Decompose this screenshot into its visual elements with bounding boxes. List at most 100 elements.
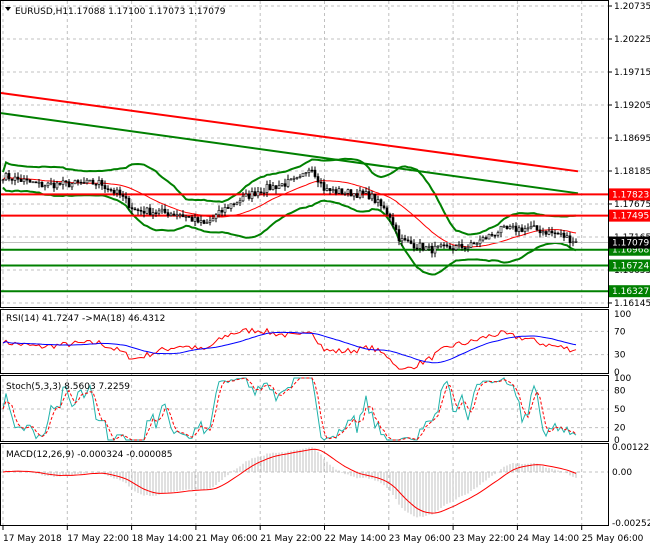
candle-body <box>91 179 95 185</box>
candle-body <box>496 232 500 236</box>
candle-body <box>568 235 572 244</box>
candle-body <box>208 220 212 223</box>
candle-body <box>415 247 419 250</box>
candle-body <box>292 177 296 180</box>
candle-body <box>235 202 239 205</box>
candle-body <box>136 209 140 211</box>
candle-body <box>376 199 380 203</box>
candle-body <box>1 179 5 182</box>
candle-body <box>430 245 434 254</box>
candle-body <box>469 242 473 248</box>
candle-body <box>466 246 470 250</box>
rsi-axis-label: 70 <box>614 327 626 337</box>
candle-body <box>31 181 35 184</box>
candle-body <box>499 226 503 234</box>
candle-body <box>349 189 353 197</box>
candle-body <box>571 241 575 244</box>
rsi-title: RSI(14) 41.7247 ->MA(18) 46.4312 <box>6 314 165 324</box>
candle-body <box>58 182 62 185</box>
candle-body <box>442 244 446 247</box>
candle-body <box>388 213 392 218</box>
candle-body <box>283 183 287 187</box>
candle-body <box>199 220 203 223</box>
candle-body <box>79 181 83 184</box>
candle-body <box>214 214 218 219</box>
candle-body <box>394 224 398 230</box>
candle-body <box>526 227 530 230</box>
candle-body <box>127 197 131 208</box>
candle-body <box>355 193 359 198</box>
candle-body <box>175 214 179 217</box>
candle-body <box>439 244 443 247</box>
candle-body <box>25 178 29 181</box>
candle-body <box>67 181 71 188</box>
candle-body <box>148 207 152 216</box>
candle-body <box>139 210 143 212</box>
candle-body <box>559 232 563 235</box>
candle-body <box>232 203 236 206</box>
candle-body <box>226 207 230 209</box>
candle-body <box>40 181 44 188</box>
candle-body <box>55 182 59 189</box>
time-label: 21 May 22:00 <box>260 534 322 544</box>
candle-body <box>34 181 38 184</box>
candle-body <box>106 188 110 191</box>
candle-body <box>487 234 491 240</box>
candle-body <box>457 243 461 247</box>
candle-body <box>184 216 188 218</box>
candle-body <box>157 210 161 214</box>
stoch-axis-label: 100 <box>614 374 631 384</box>
collapse-triangle-icon[interactable] <box>5 7 11 11</box>
grid <box>1 1 608 525</box>
price-axis: 1.20735 1.20225 1.19715 1.19205 1.18695 1.181… <box>608 2 650 529</box>
candle-body <box>535 225 539 231</box>
candle-body <box>367 191 371 200</box>
level-label: 1.17823 <box>612 190 649 200</box>
candle-body <box>556 232 560 235</box>
candle-body <box>325 188 329 191</box>
candle-body <box>241 195 245 202</box>
candle-body <box>202 220 206 224</box>
time-label: 17 May 22:00 <box>67 534 129 544</box>
candle-body <box>565 235 569 238</box>
chart-window[interactable]: 1.20735 1.20225 1.19715 1.19205 1.18695 1.181… <box>0 0 650 550</box>
candle-body <box>316 176 320 183</box>
bollinger-lower <box>2 186 577 276</box>
price-label: 1.20735 <box>614 2 650 12</box>
price-label: 1.16145 <box>614 299 650 309</box>
candle-body <box>238 200 242 204</box>
candle-body <box>88 179 92 182</box>
candle-body <box>334 189 338 194</box>
price-label: 1.19715 <box>614 68 650 78</box>
stoch-axis-label: 20 <box>614 424 626 434</box>
candle-body <box>49 182 53 185</box>
candle-body <box>166 212 170 216</box>
candle-body <box>313 169 317 177</box>
candle-body <box>520 227 524 232</box>
candle-body <box>547 230 551 235</box>
candle-body <box>448 245 452 249</box>
macd-axis-label: 0.001225 <box>612 443 650 453</box>
candle-body <box>244 193 248 197</box>
candle-body <box>382 205 386 209</box>
candle-body <box>361 190 365 194</box>
time-label: 25 May 06:00 <box>582 534 644 544</box>
level-label: 1.16327 <box>612 287 649 297</box>
candle-body <box>472 242 476 245</box>
candle-body <box>61 180 65 185</box>
stoch-axis-label: 50 <box>614 405 626 415</box>
candle-body <box>514 225 518 232</box>
candle-body <box>352 193 356 197</box>
candle-body <box>538 229 542 234</box>
candle-body <box>502 225 506 228</box>
candle-body <box>85 179 89 184</box>
candle-body <box>295 177 299 179</box>
candle-body <box>253 191 257 197</box>
candle-body <box>391 217 395 226</box>
candle-body <box>217 210 221 216</box>
candle-body <box>247 193 251 199</box>
rsi-panel[interactable] <box>2 327 577 370</box>
stoch-title: Stoch(5,3,3) 8.5603 7.2259 <box>6 382 130 392</box>
candle-body <box>445 244 449 247</box>
candle-body <box>490 234 494 236</box>
